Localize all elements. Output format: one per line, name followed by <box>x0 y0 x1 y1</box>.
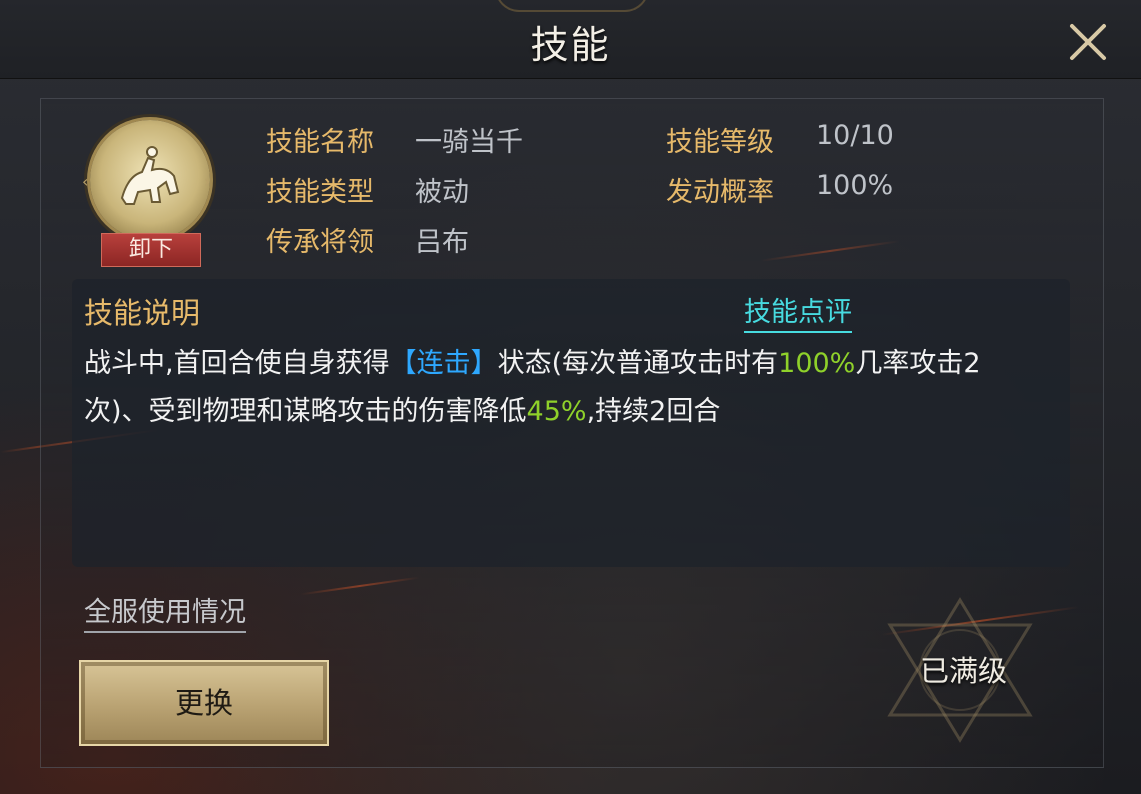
inherit-general-value: 吕布 <box>415 227 469 258</box>
desc-part: 战斗中,首回合使自身获得 <box>84 348 390 379</box>
skill-type-value: 被动 <box>415 177 469 208</box>
max-level-label: 已满级 <box>920 654 1008 688</box>
desc-part: ,持续2回合 <box>586 396 721 427</box>
skill-level-label: 技能等级 <box>666 127 774 158</box>
desc-part: 状态(每次普通攻击时有 <box>497 348 779 379</box>
inherit-general-label: 传承将领 <box>266 227 374 258</box>
page-title: 技能 <box>530 23 611 67</box>
number-highlight: 100% <box>778 348 856 379</box>
trigger-chance-value: 100% <box>816 170 894 201</box>
number-highlight: 45% <box>526 396 587 427</box>
horse-rider-icon <box>120 146 180 205</box>
trigger-chance-label: 发动概率 <box>666 177 774 208</box>
server-usage-link[interactable]: 全服使用情况 <box>84 590 246 633</box>
replace-button[interactable]: 更换 <box>79 660 329 746</box>
skill-name-label: 技能名称 <box>266 127 374 158</box>
close-x-icon <box>1070 24 1106 60</box>
description-title: 技能说明 <box>84 296 201 330</box>
unequip-button[interactable]: 卸下 <box>101 233 201 267</box>
keyword-combo: 【连击】 <box>389 348 498 379</box>
close-button[interactable] <box>1062 16 1114 68</box>
skill-name-value: 一骑当千 <box>415 127 523 158</box>
skill-type-label: 技能类型 <box>266 177 374 208</box>
header-bar: 技能 <box>0 0 1141 79</box>
skill-icon[interactable] <box>90 120 210 240</box>
skill-level-value: 10/10 <box>816 120 894 151</box>
description-text: 战斗中,首回合使自身获得【连击】状态(每次普通攻击时有100%几率攻击2次)、受… <box>84 340 1044 436</box>
arrow-right-icon: › <box>204 172 211 191</box>
header-crest <box>495 0 649 12</box>
skill-review-link[interactable]: 技能点评 <box>744 290 852 333</box>
arrow-left-icon: ‹ <box>82 172 89 191</box>
